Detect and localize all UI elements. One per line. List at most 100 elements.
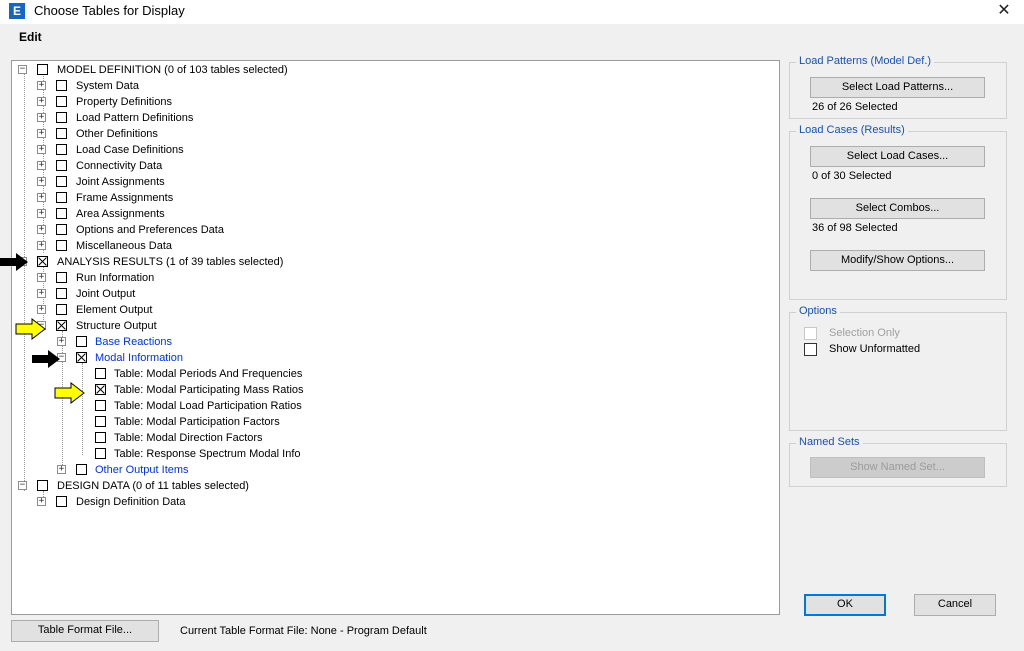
tree-item-system-data[interactable]: + System Data <box>37 79 417 93</box>
expand-icon[interactable]: + <box>37 225 46 234</box>
expand-icon[interactable]: + <box>37 193 46 202</box>
expand-icon[interactable]: + <box>57 465 66 474</box>
expand-icon[interactable]: + <box>37 81 46 90</box>
checkbox-icon[interactable] <box>95 448 106 459</box>
expand-icon[interactable]: + <box>37 161 46 170</box>
tree-item-analysis-results[interactable]: − ANALYSIS RESULTS (1 of 39 tables selec… <box>18 255 418 269</box>
expand-icon[interactable]: + <box>37 177 46 186</box>
checkbox-icon[interactable] <box>37 64 48 75</box>
checkbox-icon[interactable] <box>95 384 106 395</box>
expand-icon[interactable]: + <box>37 209 46 218</box>
cancel-button[interactable]: Cancel <box>914 594 996 616</box>
checkbox-icon[interactable] <box>56 240 67 251</box>
checkbox-icon[interactable] <box>56 304 67 315</box>
tree-item-label: Options and Preferences Data <box>76 224 224 236</box>
checkbox-icon[interactable] <box>56 208 67 219</box>
expand-icon[interactable]: + <box>37 289 46 298</box>
checkbox-icon[interactable] <box>56 96 67 107</box>
expand-icon[interactable]: + <box>37 97 46 106</box>
tree-item-table-modal-periods[interactable]: Table: Modal Periods And Frequencies <box>95 367 415 381</box>
load-patterns-title: Load Patterns (Model Def.) <box>796 55 935 67</box>
tree-item-table-response-spectrum[interactable]: Table: Response Spectrum Modal Info <box>95 447 415 461</box>
tree-item-load-pattern-definitions[interactable]: + Load Pattern Definitions <box>37 111 417 125</box>
checkbox-icon[interactable] <box>56 128 67 139</box>
ok-button[interactable]: OK <box>804 594 886 616</box>
tree-item-area-assignments[interactable]: + Area Assignments <box>37 207 417 221</box>
modify-show-options-button[interactable]: Modify/Show Options... <box>810 250 985 271</box>
show-unformatted-label: Show Unformatted <box>829 343 921 355</box>
tree-item-design-data[interactable]: − DESIGN DATA (0 of 11 tables selected) <box>18 479 418 493</box>
tree-item-label: Other Output Items <box>95 464 189 476</box>
expand-icon[interactable]: + <box>37 113 46 122</box>
tree-item-run-information[interactable]: + Run Information <box>37 271 417 285</box>
checkbox-icon[interactable] <box>56 496 67 507</box>
title-bar: E Choose Tables for Display ✕ <box>0 0 1024 24</box>
checkbox-icon[interactable] <box>95 368 106 379</box>
expand-icon[interactable]: + <box>37 145 46 154</box>
checkbox-icon[interactable] <box>56 272 67 283</box>
collapse-icon[interactable]: − <box>18 481 27 490</box>
tree-item-other-output-items[interactable]: + Other Output Items <box>57 463 417 477</box>
select-load-patterns-button[interactable]: Select Load Patterns... <box>810 77 985 98</box>
table-tree[interactable]: − MODEL DEFINITION (0 of 103 tables sele… <box>11 60 780 615</box>
tree-item-options-preferences[interactable]: + Options and Preferences Data <box>37 223 417 237</box>
tree-item-modal-information[interactable]: − Modal Information <box>57 351 417 365</box>
expand-icon[interactable]: + <box>37 305 46 314</box>
selection-only-checkbox[interactable] <box>804 327 817 340</box>
checkbox-icon[interactable] <box>76 464 87 475</box>
expand-icon[interactable]: + <box>37 129 46 138</box>
checkbox-icon[interactable] <box>95 400 106 411</box>
tree-item-table-modal-factors[interactable]: Table: Modal Participation Factors <box>95 415 415 429</box>
tree-item-label: Frame Assignments <box>76 192 174 204</box>
tree-item-model-definition[interactable]: − MODEL DEFINITION (0 of 103 tables sele… <box>18 63 418 77</box>
tree-item-property-definitions[interactable]: + Property Definitions <box>37 95 417 109</box>
tree-item-structure-output[interactable]: − Structure Output <box>37 319 417 333</box>
tree-item-design-definition-data[interactable]: + Design Definition Data <box>37 495 417 509</box>
tree-item-table-modal-load-ratios[interactable]: Table: Modal Load Participation Ratios <box>95 399 415 413</box>
tree-item-element-output[interactable]: + Element Output <box>37 303 417 317</box>
load-cases-status: 0 of 30 Selected <box>812 170 892 182</box>
show-named-set-button[interactable]: Show Named Set... <box>810 457 985 478</box>
tree-item-joint-output[interactable]: + Joint Output <box>37 287 417 301</box>
checkbox-icon[interactable] <box>56 320 67 331</box>
expand-icon[interactable]: + <box>57 337 66 346</box>
show-unformatted-checkbox[interactable] <box>804 343 817 356</box>
checkbox-icon[interactable] <box>56 160 67 171</box>
select-combos-button[interactable]: Select Combos... <box>810 198 985 219</box>
close-icon[interactable]: ✕ <box>984 0 1024 24</box>
checkbox-icon[interactable] <box>56 224 67 235</box>
tree-item-table-modal-direction[interactable]: Table: Modal Direction Factors <box>95 431 415 445</box>
checkbox-icon[interactable] <box>37 480 48 491</box>
checkbox-icon[interactable] <box>56 144 67 155</box>
yellow-arrow-icon <box>54 382 85 404</box>
tree-item-connectivity-data[interactable]: + Connectivity Data <box>37 159 417 173</box>
tree-item-label: Area Assignments <box>76 208 165 220</box>
collapse-icon[interactable]: − <box>18 65 27 74</box>
checkbox-icon[interactable] <box>95 432 106 443</box>
tree-item-label: DESIGN DATA (0 of 11 tables selected) <box>57 480 249 492</box>
checkbox-icon[interactable] <box>37 256 48 267</box>
tree-item-other-definitions[interactable]: + Other Definitions <box>37 127 417 141</box>
table-format-file-button[interactable]: Table Format File... <box>11 620 159 642</box>
expand-icon[interactable]: + <box>37 497 46 506</box>
menu-edit[interactable]: Edit <box>19 30 42 44</box>
checkbox-icon[interactable] <box>56 192 67 203</box>
checkbox-icon[interactable] <box>56 288 67 299</box>
tree-item-frame-assignments[interactable]: + Frame Assignments <box>37 191 417 205</box>
expand-icon[interactable]: + <box>37 273 46 282</box>
checkbox-icon[interactable] <box>76 352 87 363</box>
tree-item-joint-assignments[interactable]: + Joint Assignments <box>37 175 417 189</box>
tree-item-table-modal-mass-ratios[interactable]: Table: Modal Participating Mass Ratios <box>95 383 415 397</box>
checkbox-icon[interactable] <box>56 112 67 123</box>
checkbox-icon[interactable] <box>95 416 106 427</box>
checkbox-icon[interactable] <box>56 176 67 187</box>
checkbox-icon[interactable] <box>76 336 87 347</box>
expand-icon[interactable]: + <box>37 241 46 250</box>
tree-item-miscellaneous-data[interactable]: + Miscellaneous Data <box>37 239 417 253</box>
select-load-cases-button[interactable]: Select Load Cases... <box>810 146 985 167</box>
tree-item-label: Element Output <box>76 304 153 316</box>
checkbox-icon[interactable] <box>56 80 67 91</box>
tree-item-base-reactions[interactable]: + Base Reactions <box>57 335 417 349</box>
tree-item-label: Joint Assignments <box>76 176 165 188</box>
tree-item-load-case-definitions[interactable]: + Load Case Definitions <box>37 143 417 157</box>
